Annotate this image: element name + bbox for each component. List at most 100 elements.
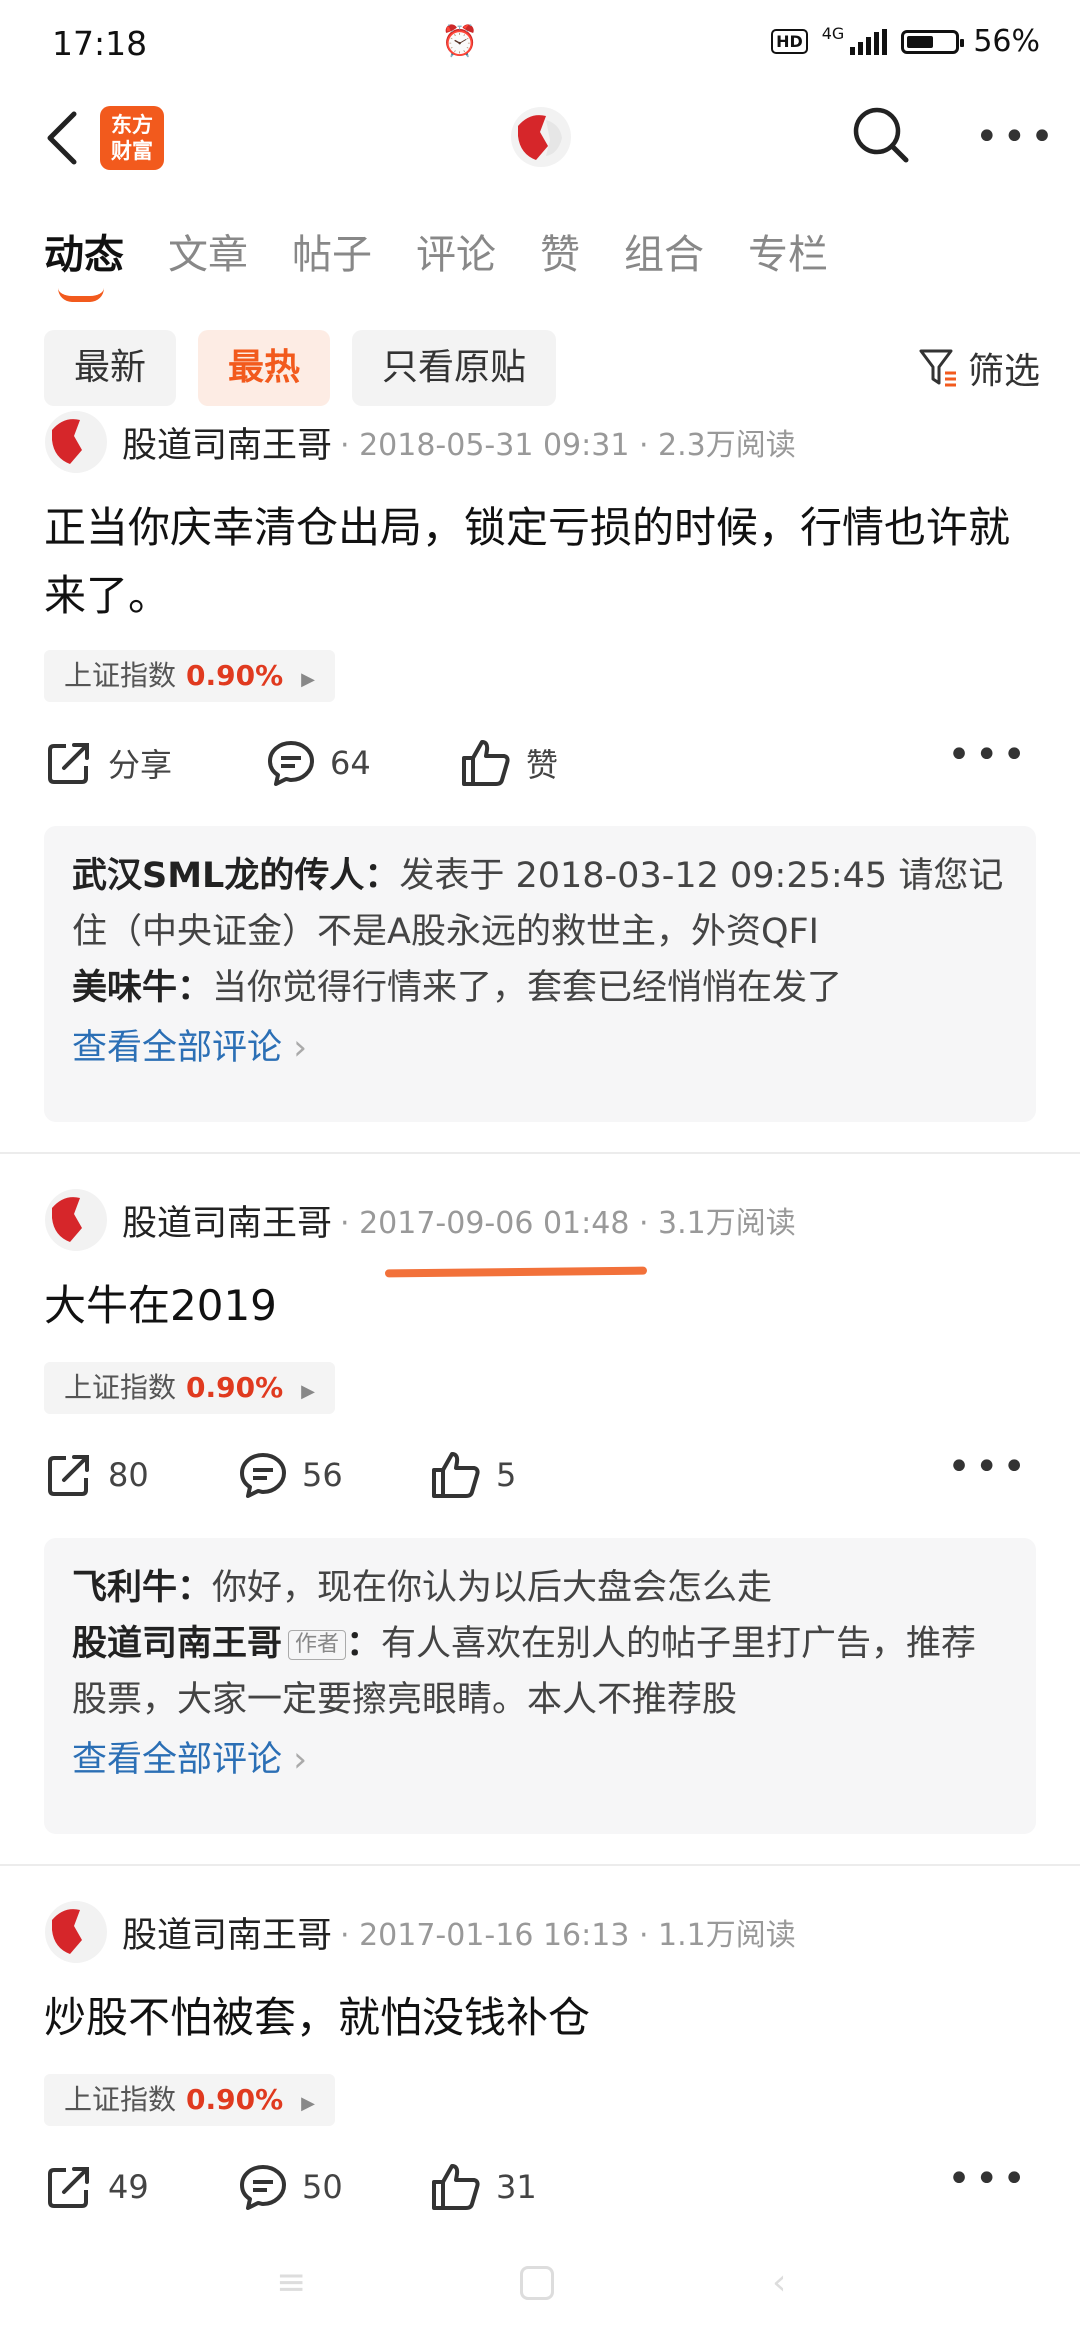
chevron-right-icon: ▶ — [301, 669, 315, 690]
comment-user[interactable]: 飞利牛： — [72, 1568, 212, 1608]
like-button[interactable]: 5 — [430, 1450, 516, 1500]
like-label: 赞 — [526, 746, 559, 784]
battery-percent: 56% — [973, 24, 1040, 59]
share-icon — [48, 1455, 89, 1496]
comment-item[interactable]: 武汉SML龙的传人：发表于 2018-03-12 09:25:45 请您记住（中… — [72, 848, 1008, 960]
share-button[interactable]: 49 — [44, 2162, 149, 2212]
home-icon[interactable] — [520, 2266, 554, 2300]
comment-icon — [240, 1453, 286, 1498]
comment-user[interactable]: 美味牛： — [72, 968, 212, 1008]
back-nav-icon[interactable]: ‹ — [772, 2262, 808, 2303]
tab-comments[interactable]: 评论 — [416, 222, 496, 280]
author-avatar[interactable] — [44, 1188, 108, 1252]
post-title[interactable]: 炒股不怕被套，就怕没钱补仓 — [44, 1984, 1034, 2052]
author-avatar[interactable] — [44, 1900, 108, 1964]
tab-articles[interactable]: 文章 — [168, 222, 248, 280]
more-options-icon[interactable]: ••• — [975, 117, 1058, 157]
filter-hot[interactable]: 最热 — [198, 330, 331, 406]
comment-item[interactable]: 飞利牛：你好，现在你认为以后大盘会怎么走 — [72, 1560, 1008, 1616]
active-tab-indicator — [58, 288, 104, 302]
tab-likes[interactable]: 赞 — [540, 222, 580, 280]
view-all-comments-link[interactable]: 查看全部评论 › — [72, 1020, 1008, 1076]
tab-portfolio[interactable]: 组合 — [624, 222, 704, 280]
post-more-icon[interactable]: ••• — [947, 1444, 1030, 1490]
tab-bar: 动态 文章 帖子 评论 赞 组合 专栏 — [44, 222, 828, 302]
like-count: 31 — [496, 2168, 537, 2206]
status-bar: 17:18 ⏰ HD 4G 56% — [0, 0, 1080, 92]
author-name[interactable]: 股道司南王哥 — [122, 1907, 332, 1958]
hd-badge: HD — [771, 29, 808, 54]
tab-posts[interactable]: 帖子 — [292, 222, 372, 280]
share-label: 分享 — [108, 746, 173, 784]
post-meta: · 2018-05-31 09:31 · 2.3万阅读 — [340, 428, 796, 463]
author-name[interactable]: 股道司南王哥 — [122, 1195, 332, 1246]
post-meta: · 2017-01-16 16:13 · 1.1万阅读 — [340, 1918, 796, 1953]
tab-dynamic[interactable]: 动态 — [44, 222, 124, 302]
thumbs-up-icon — [432, 2164, 480, 2210]
filter-icon — [919, 349, 956, 387]
author-tag: 作者 — [288, 1630, 347, 1660]
post-more-icon[interactable]: ••• — [947, 2156, 1030, 2202]
comment-text: 当你觉得行情来了，套套已经悄悄在发了 — [212, 968, 843, 1008]
post-title[interactable]: 正当你庆幸清仓出局，锁定亏损的时候，行情也许就来了。 — [44, 494, 1034, 630]
comment-preview-box[interactable]: 飞利牛：你好，现在你认为以后大盘会怎么走 股道司南王哥 作者 ：有人喜欢在别人的帖子… — [44, 1538, 1036, 1834]
filter-latest[interactable]: 最新 — [44, 330, 177, 406]
chevron-right-icon: ▶ — [301, 1381, 315, 1402]
signal-icon — [850, 28, 888, 55]
post-header[interactable]: 股道司南王哥 · 2017-09-06 01:48 · 3.1万阅读 — [44, 1188, 796, 1252]
back-icon[interactable] — [40, 108, 90, 168]
comment-button[interactable]: 64 — [266, 738, 371, 788]
app-logo: 东方 财富 — [100, 106, 164, 170]
view-all-comments-link[interactable]: 查看全部评论 › — [72, 1732, 1008, 1788]
comment-item[interactable]: 股道司南王哥 作者 ：有人喜欢在别人的帖子里打广告，推荐股票，大家一定要擦亮眼睛。本… — [72, 1616, 1008, 1728]
author-name[interactable]: 股道司南王哥 — [122, 417, 332, 468]
share-count: 80 — [108, 1456, 149, 1494]
share-button[interactable]: 分享 — [44, 738, 172, 788]
post-more-icon[interactable]: ••• — [947, 732, 1030, 778]
status-icons: ⏰ HD 4G 56% — [441, 24, 1040, 59]
thumbs-up-icon — [432, 1452, 480, 1498]
index-label: 上证指数 — [64, 1371, 177, 1404]
like-button[interactable]: 赞 — [460, 738, 558, 788]
share-count: 49 — [108, 2168, 149, 2206]
comment-preview-box[interactable]: 武汉SML龙的传人：发表于 2018-03-12 09:25:45 请您记住（中… — [44, 826, 1036, 1122]
author-avatar[interactable] — [44, 410, 108, 474]
chevron-right-icon: › — [293, 1028, 308, 1068]
index-value: 0.90% — [186, 659, 284, 692]
comment-icon — [240, 2165, 286, 2210]
menu-icon[interactable]: ≡ — [276, 2262, 312, 2303]
status-time: 17:18 — [52, 24, 148, 63]
post-meta: · 2017-09-06 01:48 · 3.1万阅读 — [340, 1206, 796, 1241]
profile-avatar[interactable] — [510, 106, 572, 168]
filter-original-only[interactable]: 只看原贴 — [352, 330, 557, 406]
comment-button[interactable]: 50 — [238, 2162, 343, 2212]
search-icon[interactable] — [850, 104, 912, 166]
comment-separator: ： — [346, 1624, 382, 1664]
stock-index-chip[interactable]: 上证指数 0.90% ▶ — [44, 1362, 335, 1414]
share-icon — [48, 743, 89, 784]
divider — [0, 1864, 1080, 1866]
alarm-icon: ⏰ — [441, 24, 479, 59]
stock-index-chip[interactable]: 上证指数 0.90% ▶ — [44, 2074, 335, 2126]
comment-user[interactable]: 武汉SML龙的传人： — [72, 856, 399, 896]
post-actions: 49 50 31 ••• — [44, 2156, 1036, 2222]
post-title[interactable]: 大牛在2019 — [44, 1272, 1034, 1340]
tab-column[interactable]: 专栏 — [748, 222, 828, 280]
comment-text: 你好，现在你认为以后大盘会怎么走 — [212, 1568, 773, 1608]
chevron-right-icon: ▶ — [301, 2093, 315, 2114]
filter-button[interactable]: 筛选 — [918, 342, 1040, 394]
network-label: 4G — [821, 24, 845, 43]
comment-button[interactable]: 56 — [238, 1450, 343, 1500]
post-header[interactable]: 股道司南王哥 · 2018-05-31 09:31 · 2.3万阅读 — [44, 410, 796, 474]
stock-index-chip[interactable]: 上证指数 0.90% ▶ — [44, 650, 335, 702]
post-header[interactable]: 股道司南王哥 · 2017-01-16 16:13 · 1.1万阅读 — [44, 1900, 796, 1964]
comment-item[interactable]: 美味牛：当你觉得行情来了，套套已经悄悄在发了 — [72, 960, 1008, 1016]
comment-user[interactable]: 股道司南王哥 — [72, 1624, 282, 1664]
index-label: 上证指数 — [64, 659, 177, 692]
thumbs-up-icon — [462, 740, 510, 786]
share-button[interactable]: 80 — [44, 1450, 149, 1500]
like-button[interactable]: 31 — [430, 2162, 537, 2212]
comment-icon — [268, 741, 314, 786]
logo-text-2: 财富 — [111, 139, 153, 163]
battery-icon — [901, 29, 965, 54]
